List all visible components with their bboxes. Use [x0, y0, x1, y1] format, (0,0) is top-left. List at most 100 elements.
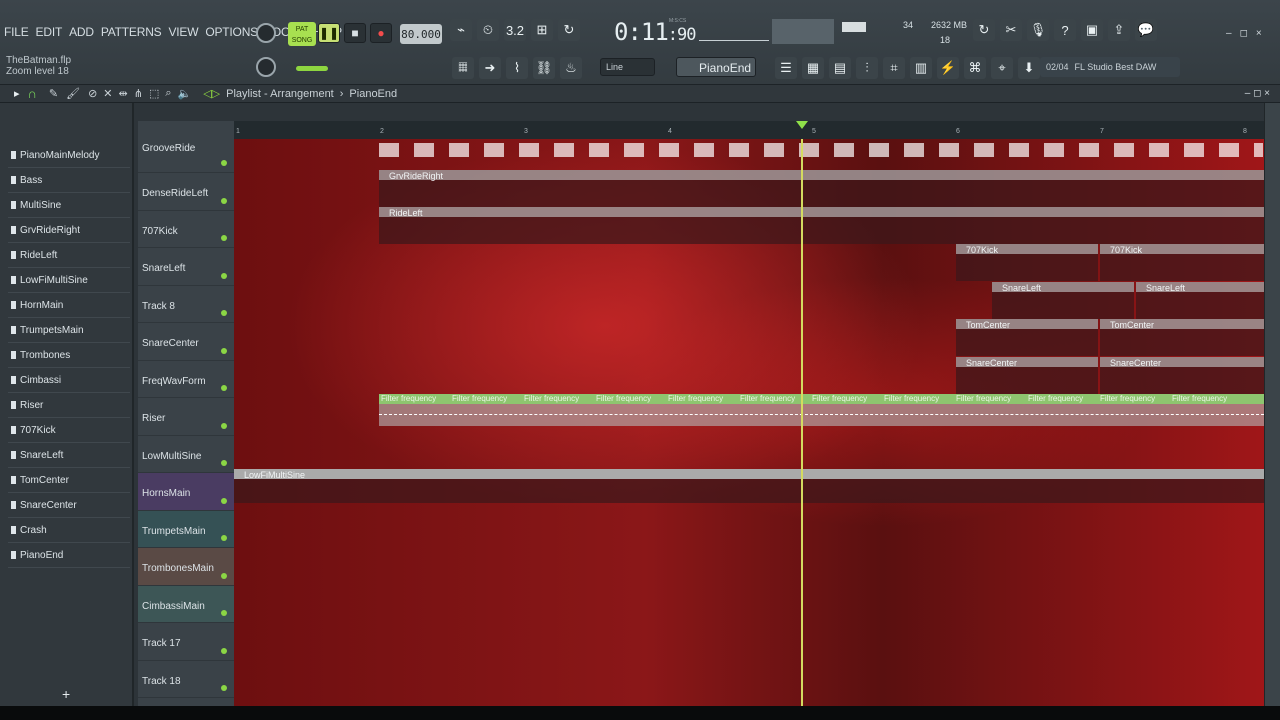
track-enable-icon[interactable] [221, 347, 227, 354]
loop-record-icon[interactable]: ↻ [558, 19, 580, 41]
pattern-item-15[interactable]: SnareCenter [8, 493, 130, 518]
pattern-item-12[interactable]: 707Kick [8, 418, 130, 443]
chat-icon[interactable]: 💬 [1135, 19, 1157, 41]
chain-icon[interactable]: ⛓ [533, 57, 555, 79]
play-button[interactable]: ❚❚ [318, 23, 340, 43]
wait-record-icon[interactable]: ⏲ [477, 19, 499, 41]
pattern-selector[interactable]: PianoEnd [676, 57, 756, 77]
menu-file[interactable]: FILE [4, 25, 29, 39]
select-icon[interactable]: ⬚ [149, 87, 159, 100]
pattern-item-17[interactable]: PianoEnd [8, 543, 130, 568]
delete-icon[interactable]: ⊘ [88, 87, 97, 100]
track-12[interactable]: TrombonesMain [138, 548, 234, 586]
pattern-item-10[interactable]: Cimbassi [8, 368, 130, 393]
pattern-item-16[interactable]: Crash [8, 518, 130, 543]
pattern-item-13[interactable]: SnareLeft [8, 443, 130, 468]
pattern-item-9[interactable]: Trombones [8, 343, 130, 368]
browser-icon[interactable]: ⌗ [883, 57, 905, 79]
help-icon[interactable]: ? [1054, 19, 1076, 41]
track-10[interactable]: HornsMain [138, 473, 234, 511]
playlist-window-controls[interactable]: – ◻ × [1245, 88, 1270, 99]
tempo-display[interactable]: 80.000 [400, 24, 442, 44]
download-icon[interactable]: ⬇ [1018, 57, 1040, 79]
menu-view[interactable]: VIEW [168, 25, 198, 39]
pattern-item-2[interactable]: Bass [8, 168, 130, 193]
pattern-item-7[interactable]: HornMain [8, 293, 130, 318]
playlist-arrow-icon[interactable]: ◁▷ [203, 87, 220, 100]
mixer-icon[interactable]: ⫶ [856, 57, 878, 79]
pattern-item-11[interactable]: Riser [8, 393, 130, 418]
vertical-scrollbar[interactable] [1264, 103, 1280, 706]
filter-frequency-automation[interactable]: Filter frequency Filter frequency Filter… [379, 394, 1264, 426]
clip-snare-left-2[interactable]: SnareLeft [1136, 282, 1264, 319]
track-13[interactable]: CimbassiMain [138, 585, 234, 623]
menu-options[interactable]: OPTIONS [205, 25, 258, 39]
minimize-icon[interactable]: – [1226, 28, 1232, 39]
cut-icon[interactable]: ✂ [1000, 19, 1022, 41]
pattern-item-5[interactable]: RideLeft [8, 243, 130, 268]
pattern-item-4[interactable]: GrvRideRight [8, 218, 130, 243]
add-pattern-icon[interactable]: + [62, 686, 70, 702]
track-enable-icon[interactable] [221, 610, 227, 616]
track-enable-icon[interactable] [221, 685, 227, 691]
clip-tom-center-2[interactable]: TomCenter [1100, 319, 1264, 356]
menu-add[interactable]: ADD [69, 25, 94, 39]
master-volume-knob[interactable] [256, 23, 276, 43]
clip-snare-center-1[interactable]: SnareCenter [956, 357, 1098, 394]
restore-icon[interactable]: ◻ [1240, 28, 1248, 39]
zoom-icon[interactable]: ⌕ [165, 87, 171, 100]
track-9[interactable]: LowMultiSine [138, 436, 234, 473]
refresh-icon[interactable]: ↻ [973, 19, 995, 41]
clip-707kick-1[interactable]: 707Kick [956, 244, 1098, 281]
song-mode-button[interactable]: PAT SONG [288, 22, 316, 46]
metronome-icon[interactable]: ⌁ [450, 19, 472, 41]
plugin-picker-icon[interactable]: ⚡ [937, 57, 959, 79]
track-14[interactable]: Track 17 [138, 623, 234, 661]
track-11[interactable]: TrumpetsMain [138, 510, 234, 548]
track-2[interactable]: DenseRideLeft [138, 173, 234, 211]
piano-icon[interactable]: 𝄜 [452, 57, 474, 79]
close-icon[interactable]: × [1256, 28, 1262, 39]
clip-lowfi-multisine[interactable]: LowFiMultiSine [234, 469, 1264, 503]
clip-707kick-2[interactable]: 707Kick [1100, 244, 1264, 281]
clip-snare-left-1[interactable]: SnareLeft [992, 282, 1134, 319]
pencil-icon[interactable]: ✎ [49, 87, 58, 100]
master-pitch-knob[interactable] [256, 57, 276, 77]
track-enable-icon[interactable] [221, 160, 227, 166]
menu-edit[interactable]: EDIT [36, 25, 63, 39]
track-15[interactable]: Track 18 [138, 661, 234, 698]
pattern-item-14[interactable]: TomCenter [8, 468, 130, 493]
channel-rack-icon[interactable]: ▤ [829, 57, 851, 79]
clip-ride-left[interactable]: RideLeft [379, 207, 1264, 244]
pattern-item-6[interactable]: LowFiMultiSine [8, 268, 130, 293]
track-enable-icon[interactable] [221, 272, 227, 279]
step-edit-icon[interactable]: ⊞ [531, 19, 553, 41]
magnet-icon[interactable]: ∩ [28, 86, 37, 101]
track-enable-icon[interactable] [221, 497, 227, 504]
pattern-item-3[interactable]: MultiSine [8, 193, 130, 218]
track-4[interactable]: SnareLeft [138, 248, 234, 286]
radio-icon[interactable]: ⌖ [991, 57, 1013, 79]
timeline-ruler[interactable]: 1 2 3 4 5 6 7 8 [234, 121, 1264, 139]
mic-icon[interactable]: 🎙 [1027, 19, 1049, 41]
track-3[interactable]: 707Kick [138, 211, 234, 248]
clip-tom-center-1[interactable]: TomCenter [956, 319, 1098, 356]
track-8[interactable]: Riser [138, 398, 234, 436]
track-7[interactable]: FreqWavForm [138, 361, 234, 398]
pattern-item-1[interactable]: PianoMainMelody [8, 143, 130, 168]
master-volume-slider[interactable] [296, 66, 328, 71]
track-6[interactable]: SnareCenter [138, 323, 234, 361]
track-1[interactable]: GrooveRide [138, 121, 234, 173]
playlist-icon[interactable]: ☰ [775, 57, 797, 79]
slide-icon[interactable]: ⌇ [506, 57, 528, 79]
arrow-icon[interactable]: ➜ [479, 57, 501, 79]
playlist-menu-arrow-icon[interactable]: ▸ [14, 87, 20, 100]
playhead-marker-icon[interactable] [796, 121, 808, 129]
track-enable-icon[interactable] [221, 535, 227, 541]
mute-icon[interactable]: ✕ [103, 87, 112, 100]
track-5[interactable]: Track 8 [138, 286, 234, 323]
clip-snare-center-2[interactable]: SnareCenter [1100, 357, 1264, 394]
piano-roll-icon[interactable]: ▦ [802, 57, 824, 79]
menu-patterns[interactable]: PATTERNS [101, 25, 162, 39]
brush-icon[interactable]: 🖌 [66, 87, 80, 100]
